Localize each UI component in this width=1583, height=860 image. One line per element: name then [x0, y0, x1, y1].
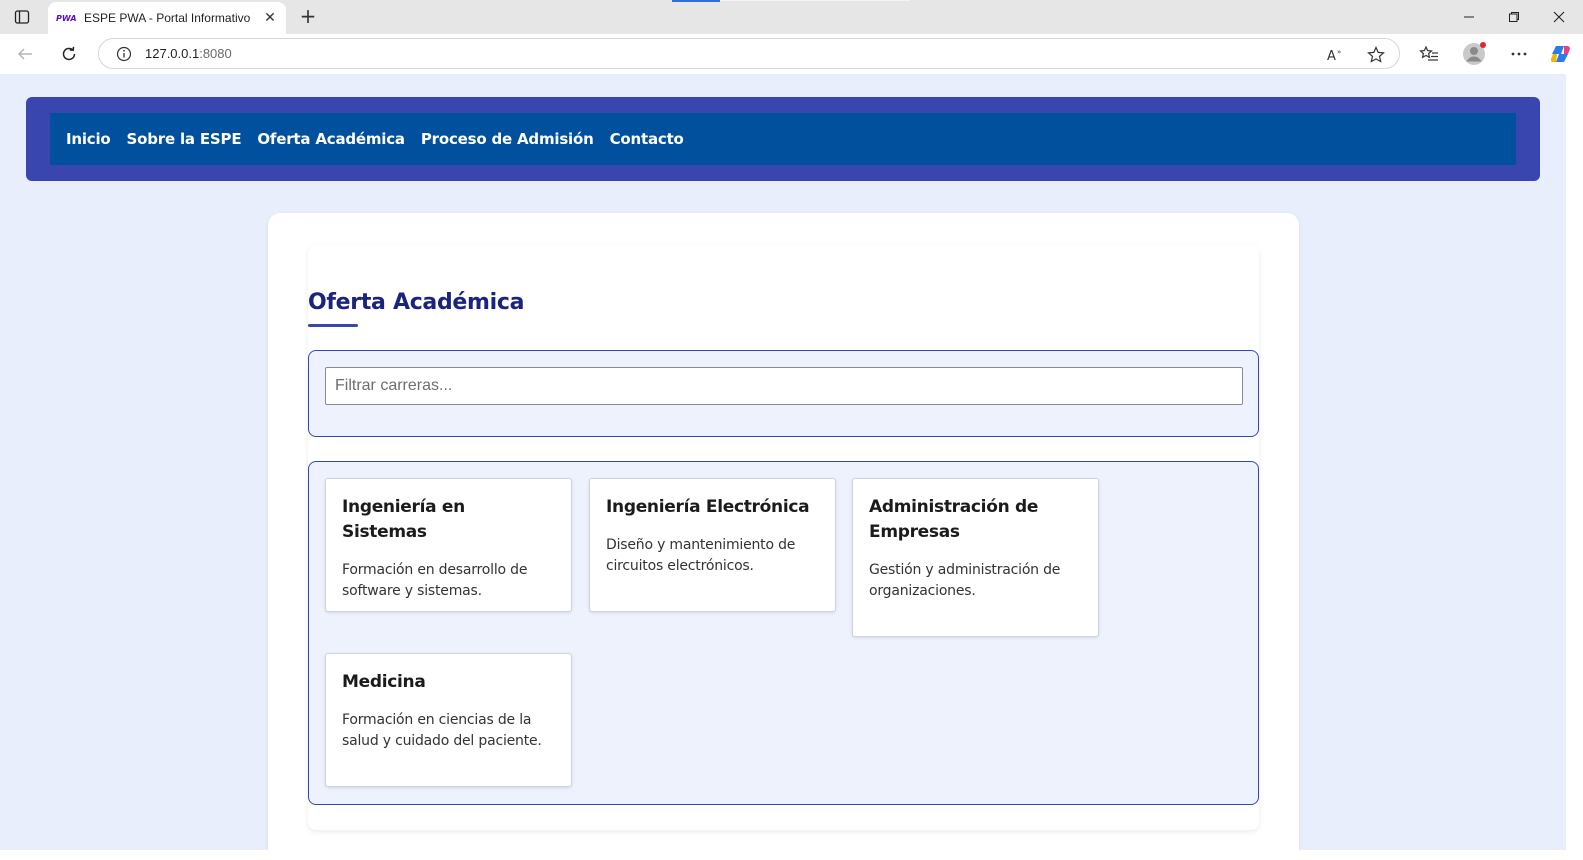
- site-header: Inicio Sobre la ESPE Oferta Académica Pr…: [26, 97, 1540, 181]
- career-title: Medicina: [342, 672, 426, 692]
- career-description: Diseño y mantenimiento de circuitos elec…: [606, 537, 796, 574]
- oferta-academica-section: Oferta Académica Ingeniería en Sistemas …: [308, 245, 1259, 830]
- url-text[interactable]: 127.0.0.1:8080: [145, 46, 232, 61]
- career-title: Ingeniería en Sistemas: [342, 497, 465, 542]
- favorite-icon[interactable]: [1366, 45, 1386, 65]
- page-title: Oferta Académica: [308, 290, 525, 315]
- restore-icon[interactable]: [1502, 6, 1526, 28]
- nav-link-sobre-espe[interactable]: Sobre la ESPE: [127, 130, 242, 148]
- nav-link-proceso-admision[interactable]: Proceso de Admisión: [421, 130, 594, 148]
- window-bottom-edge: [0, 850, 1583, 860]
- svg-text:A: A: [1327, 49, 1336, 63]
- more-icon[interactable]: [1506, 41, 1532, 67]
- browser-tab-bar: PWA ESPE PWA - Portal Informativo ✕ +: [0, 0, 1583, 34]
- careers-grid: Ingeniería en Sistemas Formación en desa…: [308, 461, 1259, 805]
- browser-toolbar: 127.0.0.1:8080 A»: [0, 34, 1583, 74]
- career-card-sistemas[interactable]: Ingeniería en Sistemas Formación en desa…: [325, 478, 572, 612]
- scrollbar-track[interactable]: [1566, 74, 1583, 850]
- filter-careers-input[interactable]: [325, 367, 1243, 405]
- tab-title: ESPE PWA - Portal Informativo: [84, 11, 251, 25]
- career-title: Ingeniería Electrónica: [606, 497, 810, 517]
- url-port: :8080: [199, 46, 232, 61]
- minimize-icon[interactable]: [1457, 6, 1481, 28]
- close-icon[interactable]: ✕: [262, 10, 278, 26]
- career-card-administracion[interactable]: Administración de Empresas Gestión y adm…: [852, 478, 1099, 637]
- nav-link-contacto[interactable]: Contacto: [610, 130, 684, 148]
- svg-text:»: »: [1337, 48, 1341, 56]
- tab-actions-icon[interactable]: [10, 6, 34, 28]
- window-close-icon[interactable]: [1547, 6, 1571, 28]
- filter-container: [308, 350, 1259, 437]
- career-card-electronica[interactable]: Ingeniería Electrónica Diseño y mantenim…: [589, 478, 836, 612]
- career-title: Administración de Empresas: [869, 497, 1039, 542]
- loading-indicator: [672, 0, 720, 2]
- url-host: 127.0.0.1: [145, 46, 200, 61]
- profile-icon[interactable]: [1461, 41, 1487, 67]
- nav-link-oferta-academica[interactable]: Oferta Académica: [257, 130, 405, 148]
- new-tab-icon[interactable]: +: [297, 6, 319, 28]
- career-description: Gestión y administración de organizacion…: [869, 562, 1061, 599]
- title-underline: [308, 324, 358, 327]
- page-viewport: Inicio Sobre la ESPE Oferta Académica Pr…: [0, 74, 1566, 850]
- browser-tab[interactable]: PWA ESPE PWA - Portal Informativo ✕: [48, 2, 286, 34]
- nav-link-inicio[interactable]: Inicio: [66, 130, 111, 148]
- favorites-icon[interactable]: [1416, 41, 1442, 67]
- main-content-card: Oferta Académica Ingeniería en Sistemas …: [268, 213, 1299, 850]
- reload-icon[interactable]: [56, 41, 82, 67]
- loading-track: [720, 0, 910, 1]
- read-aloud-icon[interactable]: A»: [1326, 45, 1346, 65]
- career-description: Formación en ciencias de la salud y cuid…: [342, 712, 542, 749]
- main-navigation: Inicio Sobre la ESPE Oferta Académica Pr…: [50, 113, 1516, 165]
- info-icon[interactable]: [115, 45, 133, 63]
- career-card-medicina[interactable]: Medicina Formación en ciencias de la sal…: [325, 653, 572, 787]
- back-icon[interactable]: [12, 41, 38, 67]
- copilot-icon[interactable]: [1548, 41, 1574, 67]
- career-description: Formación en desarrollo de software y si…: [342, 562, 528, 599]
- address-bar[interactable]: 127.0.0.1:8080 A»: [98, 38, 1400, 69]
- pwa-favicon-icon: PWA: [56, 13, 77, 23]
